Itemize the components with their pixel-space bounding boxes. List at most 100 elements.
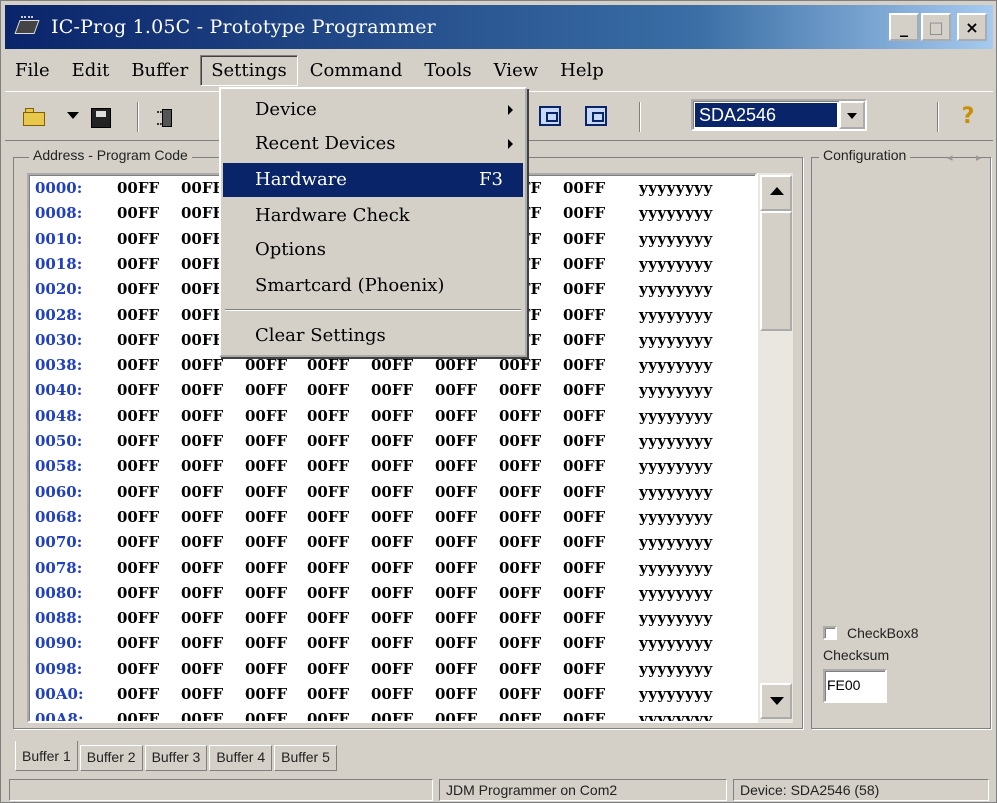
hex-cell[interactable]: 00FF	[371, 407, 413, 425]
hex-cell[interactable]: 00FF	[563, 584, 605, 602]
hex-cell[interactable]: 00FF	[117, 559, 159, 577]
hex-cell[interactable]: 00FF	[117, 584, 159, 602]
hex-cell[interactable]: 00FF	[371, 483, 413, 501]
open-dropdown-icon[interactable]	[67, 112, 79, 119]
hex-cell[interactable]: 00FF	[371, 584, 413, 602]
hex-cell[interactable]: 00FF	[563, 179, 605, 197]
hex-cell[interactable]: 00FF	[245, 710, 287, 721]
hex-cell[interactable]: 00FF	[117, 356, 159, 374]
hex-cell[interactable]: 00FF	[181, 255, 223, 273]
hex-cell[interactable]: 00FF	[307, 483, 349, 501]
hex-cell[interactable]: 00FF	[245, 584, 287, 602]
hex-cell[interactable]: 00FF	[435, 483, 477, 501]
hex-cell[interactable]: 00FF	[563, 204, 605, 222]
hex-cell[interactable]: 00FF	[245, 356, 287, 374]
hex-cell[interactable]: 00FF	[435, 559, 477, 577]
hex-cell[interactable]: 00FF	[245, 407, 287, 425]
hex-cell[interactable]: 00FF	[499, 483, 541, 501]
hex-cell[interactable]: 00FF	[307, 508, 349, 526]
scroll-up-arrow-icon[interactable]	[760, 175, 792, 211]
hex-cell[interactable]: 00FF	[435, 407, 477, 425]
scroll-thumb[interactable]	[760, 211, 792, 331]
hex-cell[interactable]: 00FF	[499, 533, 541, 551]
hex-cell[interactable]: 00FF	[307, 559, 349, 577]
hex-cell[interactable]: 00FF	[245, 660, 287, 678]
hex-cell[interactable]: 00FF	[499, 432, 541, 450]
hex-cell[interactable]: 00FF	[435, 457, 477, 475]
menu-item-smartcard[interactable]: Smartcard (Phoenix)	[223, 269, 523, 303]
hex-cell[interactable]: 00FF	[181, 508, 223, 526]
hex-cell[interactable]: 00FF	[181, 533, 223, 551]
hex-cell[interactable]: 00FF	[371, 559, 413, 577]
hex-cell[interactable]: 00FF	[181, 584, 223, 602]
hex-cell[interactable]: 00FF	[245, 483, 287, 501]
vertical-scrollbar[interactable]	[757, 173, 793, 723]
chip-read-icon[interactable]	[155, 104, 181, 130]
hex-cell[interactable]: 00FF	[117, 660, 159, 678]
hex-cell[interactable]: 00FF	[371, 381, 413, 399]
menu-item-options[interactable]: Options	[223, 233, 523, 267]
hex-cell[interactable]: 00FF	[499, 356, 541, 374]
menu-edit[interactable]: Edit	[62, 56, 120, 85]
hex-cell[interactable]: 00FF	[181, 634, 223, 652]
menu-item-hardware-check[interactable]: Hardware Check	[223, 199, 523, 233]
hex-cell[interactable]: 00FF	[307, 356, 349, 374]
hex-cell[interactable]: 00FF	[499, 685, 541, 703]
hex-cell[interactable]: 00FF	[117, 331, 159, 349]
chevron-down-icon[interactable]	[839, 101, 865, 129]
hex-cell[interactable]: 00FF	[307, 533, 349, 551]
menu-item-device[interactable]: Device	[223, 93, 523, 127]
hex-cell[interactable]: 00FF	[435, 685, 477, 703]
hex-cell[interactable]: 00FF	[563, 306, 605, 324]
hex-cell[interactable]: 00FF	[563, 634, 605, 652]
menu-command[interactable]: Command	[300, 56, 413, 85]
hex-cell[interactable]: 00FF	[245, 634, 287, 652]
hex-cell[interactable]: 00FF	[307, 634, 349, 652]
hex-cell[interactable]: 00FF	[371, 432, 413, 450]
hex-cell[interactable]: 00FF	[245, 559, 287, 577]
hex-cell[interactable]: 00FF	[307, 584, 349, 602]
verify-icon[interactable]	[585, 104, 611, 130]
hex-cell[interactable]: 00FF	[435, 356, 477, 374]
checkbox8-row[interactable]: CheckBox8	[823, 625, 919, 641]
hex-cell[interactable]: 00FF	[563, 280, 605, 298]
hex-cell[interactable]: 00FF	[245, 432, 287, 450]
hex-cell[interactable]: 00FF	[181, 710, 223, 721]
hex-cell[interactable]: 00FF	[435, 660, 477, 678]
hex-cell[interactable]: 00FF	[499, 508, 541, 526]
menu-settings[interactable]: Settings	[200, 54, 298, 86]
hex-cell[interactable]: 00FF	[181, 685, 223, 703]
help-icon[interactable]: ?	[955, 104, 981, 130]
hex-cell[interactable]: 00FF	[563, 483, 605, 501]
title-bar[interactable]: IC-Prog 1.05C - Prototype Programmer _ □…	[5, 5, 993, 49]
hex-cell[interactable]: 00FF	[117, 483, 159, 501]
hex-cell[interactable]: 00FF	[435, 432, 477, 450]
hex-cell[interactable]: 00FF	[181, 331, 223, 349]
hex-cell[interactable]: 00FF	[245, 508, 287, 526]
hex-cell[interactable]: 00FF	[181, 483, 223, 501]
hex-cell[interactable]: 00FF	[563, 457, 605, 475]
menu-help[interactable]: Help	[550, 56, 614, 85]
hex-cell[interactable]: 00FF	[181, 356, 223, 374]
hex-cell[interactable]: 00FF	[181, 204, 223, 222]
hex-cell[interactable]: 00FF	[435, 710, 477, 721]
hex-cell[interactable]: 00FF	[499, 559, 541, 577]
hex-cell[interactable]: 00FF	[371, 508, 413, 526]
hex-cell[interactable]: 00FF	[181, 306, 223, 324]
tab-buffer-5[interactable]: Buffer 5	[274, 745, 337, 771]
hex-cell[interactable]: 00FF	[499, 584, 541, 602]
hex-cell[interactable]: 00FF	[117, 204, 159, 222]
hex-cell[interactable]: 00FF	[563, 559, 605, 577]
hex-cell[interactable]: 00FF	[117, 280, 159, 298]
hex-cell[interactable]: 00FF	[499, 634, 541, 652]
hex-cell[interactable]: 00FF	[181, 457, 223, 475]
chip-app-icon[interactable]	[14, 14, 41, 40]
hex-cell[interactable]: 00FF	[563, 356, 605, 374]
hex-cell[interactable]: 00FF	[117, 685, 159, 703]
scroll-down-arrow-icon[interactable]	[760, 683, 792, 719]
hex-cell[interactable]: 00FF	[307, 432, 349, 450]
menu-item-hardware[interactable]: Hardware F3	[223, 163, 523, 197]
hex-cell[interactable]: 00FF	[181, 432, 223, 450]
hex-cell[interactable]: 00FF	[117, 508, 159, 526]
hex-cell[interactable]: 00FF	[435, 381, 477, 399]
